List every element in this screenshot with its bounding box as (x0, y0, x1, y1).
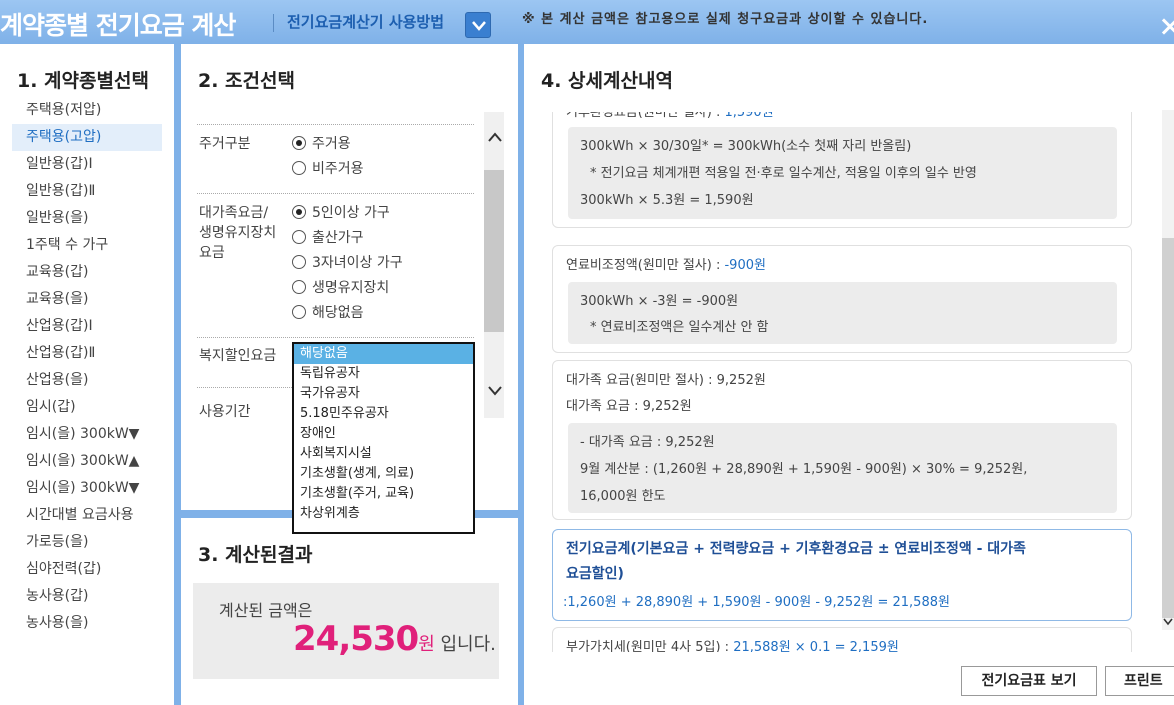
section-title-contract: 1. 계약종별선택 (17, 70, 149, 92)
section-title-condition: 2. 조건선택 (198, 70, 295, 92)
contract-item[interactable]: 교육용(갑) (12, 259, 162, 286)
scrollbar-thumb[interactable] (484, 170, 504, 332)
welfare-label: 복지할인요금 (199, 348, 277, 364)
result-tail: 입니다. (434, 634, 496, 655)
radio-empty-icon (292, 305, 306, 319)
radio-empty-icon (292, 230, 306, 244)
detail-panel: 4. 상세계산내역 기후환경요금(원미만 절사) : 1,590원 300kWh… (524, 44, 1174, 655)
panel-divider (174, 44, 181, 705)
contract-item[interactable]: 심야전력(갑) (12, 556, 162, 583)
scroll-up-icon[interactable] (488, 132, 502, 142)
contract-item[interactable]: 임시(갑) (12, 394, 162, 421)
scroll-down-icon[interactable] (488, 386, 502, 396)
section-title-detail: 4. 상세계산내역 (541, 70, 673, 92)
radio-family-5plus[interactable]: 5인이상 가구 (292, 201, 403, 226)
welfare-option[interactable]: 차상위계층 (294, 504, 473, 524)
chevron-down-icon (472, 21, 486, 31)
vat-line: 부가가치세(원미만 4사 5입) : 21,588원 × 0.1 = 2,159… (566, 640, 899, 652)
contract-item[interactable]: 시간대별 요금사용 (12, 502, 162, 529)
welfare-option[interactable]: 기초생활(생계, 의료) (294, 464, 473, 484)
close-icon[interactable] (1160, 16, 1174, 36)
climate-card: 기후환경요금(원미만 절사) : 1,590원 300kWh × 30/30일*… (552, 112, 1132, 228)
radio-family-birth[interactable]: 출산가구 (292, 226, 403, 251)
detail-scroll-area: 기후환경요금(원미만 절사) : 1,590원 300kWh × 30/30일*… (552, 112, 1132, 652)
residence-label: 주거구분 (199, 136, 251, 152)
radio-checked-icon (292, 136, 306, 150)
large-family-detail-box: - 대가족 요금 : 9,252원 9월 계산분 : (1,260원 + 28,… (568, 423, 1117, 513)
contract-item[interactable]: 임시(을) 300kW▲ (12, 448, 162, 475)
radio-empty-icon (292, 280, 306, 294)
radio-empty-icon (292, 161, 306, 175)
contract-item[interactable]: 임시(을) 300kW▼ (12, 421, 162, 448)
radio-empty-icon (292, 255, 306, 269)
welfare-option[interactable]: 국가유공자 (294, 384, 473, 404)
radio-family-none[interactable]: 해당없음 (292, 301, 403, 326)
condition-scrollbar[interactable] (484, 112, 504, 418)
print-button[interactable]: 프린트 (1105, 666, 1174, 696)
contract-item[interactable]: 일반용(갑)Ⅱ (12, 178, 162, 205)
climate-line: 기후환경요금(원미만 절사) : 1,590원 (566, 112, 774, 120)
family-label: 대가족요금/ 생명유지장치 요금 (199, 205, 277, 261)
contract-type-list: 주택용(저압) 주택용(고압) 일반용(갑)Ⅰ 일반용(갑)Ⅱ 일반용(을) 1… (12, 97, 162, 637)
radio-non-residential[interactable]: 비주거용 (292, 157, 364, 182)
rate-table-button[interactable]: 전기요금표 보기 (961, 666, 1097, 696)
contract-item[interactable]: 교육용(을) (12, 286, 162, 313)
period-label: 사용기간 (199, 404, 251, 420)
guide-toggle-button[interactable] (465, 12, 491, 38)
welfare-dropdown-list[interactable]: 해당없음 독립유공자 국가유공자 5.18민주유공자 장애인 사회복지시설 기초… (292, 342, 475, 534)
welfare-option[interactable]: 5.18민주유공자 (294, 404, 473, 424)
result-unit: 원 (418, 634, 435, 655)
detail-scrollbar[interactable] (1162, 110, 1174, 630)
contract-item[interactable]: 농사용(을) (12, 610, 162, 637)
section-title-result: 3. 계산된결과 (198, 544, 313, 566)
climate-detail-box: 300kWh × 30/30일* = 300kWh(소수 첫째 자리 반올림) … (568, 127, 1117, 219)
result-panel: 3. 계산된결과 계산된 금액은 24,530원 입니다. (181, 518, 518, 705)
welfare-option[interactable]: 기초생활(주거, 교육) (294, 484, 473, 504)
detail-scrollbar-thumb[interactable] (1162, 238, 1174, 618)
large-family-card: 대가족 요금(원미만 절사) : 9,252원 대가족 요금 : 9,252원 … (552, 360, 1132, 520)
result-amount: 24,530 (293, 619, 419, 659)
fuel-line: 연료비조정액(원미만 절사) : -900원 (566, 258, 766, 273)
fuel-detail-box: 300kWh × -3원 = -900원 * 연료비조정액은 일수계산 안 함 (568, 282, 1117, 344)
welfare-option[interactable]: 사회복지시설 (294, 444, 473, 464)
residence-row: 주거구분 주거용 비주거용 (197, 124, 474, 193)
scroll-down-icon[interactable] (1163, 618, 1173, 626)
guide-link[interactable]: 전기요금계산기 사용방법 (287, 11, 444, 32)
header-divider (273, 14, 274, 32)
vat-card: 부가가치세(원미만 4사 5입) : 21,588원 × 0.1 = 2,159… (552, 627, 1132, 652)
contract-item[interactable]: 산업용(을) (12, 367, 162, 394)
contract-item[interactable]: 가로등(을) (12, 529, 162, 556)
header-notice: ※ 본 계산 금액은 참고용으로 실제 청구요금과 상이할 수 있습니다. (522, 12, 929, 27)
total-calc: :1,260원 + 28,890원 + 1,590원 - 900원 - 9,25… (563, 595, 950, 610)
radio-checked-icon (292, 205, 306, 219)
fuel-card: 연료비조정액(원미만 절사) : -900원 300kWh × -3원 = -9… (552, 245, 1132, 353)
contract-item[interactable]: 산업용(갑)Ⅱ (12, 340, 162, 367)
header-bar: 계약종별 전기요금 계산 전기요금계산기 사용방법 ※ 본 계산 금액은 참고용… (0, 0, 1174, 44)
total-card: 전기요금계(기본요금 + 전력량요금 + 기후환경요금 ± 연료비조정액 - 대… (552, 529, 1132, 621)
family-row: 대가족요금/ 생명유지장치 요금 5인이상 가구 출산가구 3자녀이상 가구 생… (197, 193, 474, 337)
result-box: 계산된 금액은 24,530원 입니다. (193, 583, 499, 679)
contract-type-panel: 1. 계약종별선택 주택용(저압) 주택용(고압) 일반용(갑)Ⅰ 일반용(갑)… (0, 44, 174, 705)
welfare-option[interactable]: 장애인 (294, 424, 473, 444)
contract-item[interactable]: 주택용(저압) (12, 97, 162, 124)
result-amount-line: 24,530원 입니다. (293, 619, 496, 659)
contract-item[interactable]: 일반용(을) (12, 205, 162, 232)
result-label: 계산된 금액은 (219, 601, 313, 620)
contract-item[interactable]: 일반용(갑)Ⅰ (12, 151, 162, 178)
contract-item-selected[interactable]: 주택용(고압) (12, 124, 162, 151)
contract-item[interactable]: 산업용(갑)Ⅰ (12, 313, 162, 340)
radio-family-3children[interactable]: 3자녀이상 가구 (292, 251, 403, 276)
contract-item[interactable]: 1주택 수 가구 (12, 232, 162, 259)
contract-item[interactable]: 농사용(갑) (12, 583, 162, 610)
page-title: 계약종별 전기요금 계산 (0, 11, 236, 40)
radio-family-life-support[interactable]: 생명유지장치 (292, 276, 403, 301)
welfare-option[interactable]: 독립유공자 (294, 364, 473, 384)
welfare-option-selected[interactable]: 해당없음 (294, 344, 473, 364)
radio-residential[interactable]: 주거용 (292, 132, 364, 157)
contract-item[interactable]: 임시(을) 300kW▼ (12, 475, 162, 502)
